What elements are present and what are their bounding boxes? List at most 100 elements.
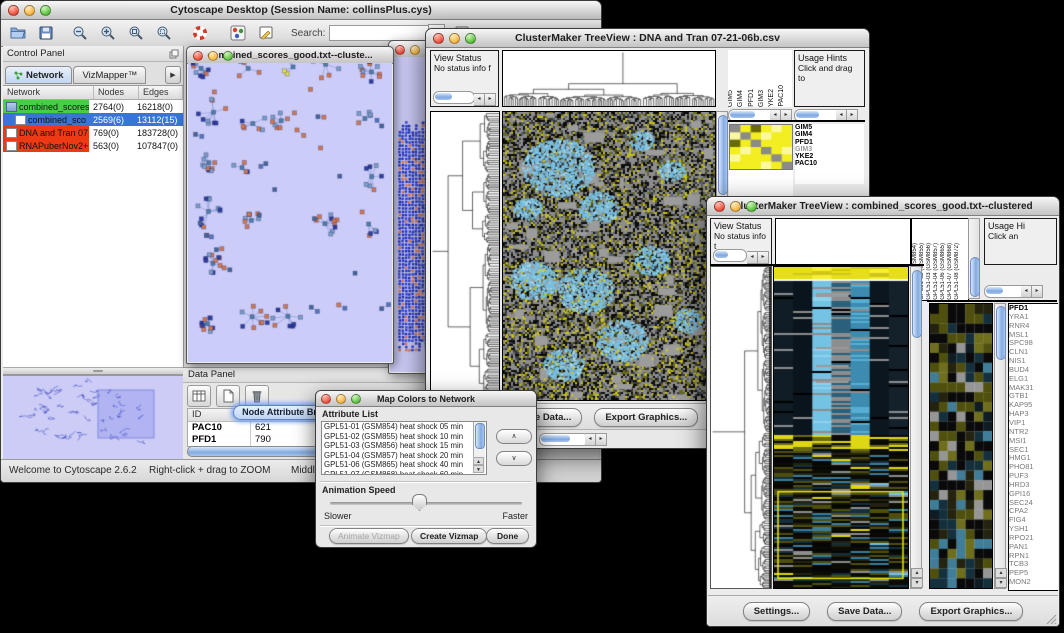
tv2-heatmap-vscrollbar[interactable]: ▴ ▾ (910, 266, 922, 589)
minimize-button[interactable] (449, 33, 460, 44)
animate-vizmap-button[interactable]: Animate Vizmap (329, 528, 409, 544)
annotation-icon[interactable] (255, 23, 277, 43)
network-row[interactable]: combined_sco 2569(6) 13112(15) (3, 113, 183, 126)
scroll-left-icon[interactable]: ◂ (747, 251, 758, 264)
scroll-left-icon[interactable]: ◂ (474, 93, 485, 106)
tv2-gene-label[interactable]: MON2 (1009, 578, 1058, 587)
float-panel-icon[interactable] (169, 49, 179, 59)
col-network[interactable]: Network (3, 86, 94, 99)
tv2-detail-heatmap[interactable] (930, 304, 992, 588)
zoom-button[interactable] (746, 201, 757, 212)
tv2-action-button[interactable]: Save Data... (827, 602, 902, 621)
attribute-list-item[interactable]: GPL51-02 (GSM855) heat shock 10 min (322, 432, 486, 442)
select-attributes-icon[interactable] (187, 385, 211, 407)
tv1-bottom-scrollbar[interactable] (539, 433, 589, 446)
zoom-button[interactable] (40, 5, 51, 16)
open-file-icon[interactable] (7, 23, 29, 43)
tv1-gene-label[interactable]: GIM5 (795, 124, 864, 131)
move-up-button[interactable]: ∧ (496, 429, 532, 444)
attribute-list-item[interactable]: GPL51-06 (GSM865) heat shock 40 min (322, 460, 486, 470)
attribute-list[interactable]: GPL51-01 (GSM854) heat shock 05 minGPL51… (321, 421, 487, 475)
tv2-status-scrollbar[interactable] (713, 249, 747, 262)
tv2-column-label[interactable]: GPL51-07 (GSM868) (947, 243, 954, 300)
vizmapper-icon[interactable] (227, 23, 249, 43)
scroll-left-icon[interactable]: ◂ (585, 433, 596, 446)
minimize-button[interactable] (208, 51, 218, 61)
tv2-column-label[interactable]: GPL51-08 (GSM872) (954, 243, 961, 300)
main-titlebar[interactable]: Cytoscape Desktop (Session Name: collins… (1, 1, 601, 20)
tv1-similarity-matrix[interactable] (730, 125, 792, 169)
tv1-gene-label[interactable]: PFD1 (795, 139, 864, 146)
treeview1-titlebar[interactable]: ClusterMaker TreeView : DNA and Tran 07-… (426, 29, 869, 48)
tv2-column-label[interactable]: GPL51-03 (GSM856) (926, 243, 933, 300)
zoom-button[interactable] (223, 51, 233, 61)
tab-network[interactable]: Network (5, 66, 72, 84)
attribute-list-item[interactable]: GPL51-07 (GSM868) heat shock 60 min (322, 470, 486, 476)
tab-overflow-button[interactable]: ▶ (165, 66, 181, 84)
close-button[interactable] (193, 51, 203, 61)
tv1-heatmap[interactable] (503, 112, 715, 400)
scroll-right-icon[interactable]: ▸ (485, 93, 496, 106)
resize-grip-icon[interactable] (1045, 613, 1057, 625)
network-row[interactable]: RNAPuberNov2+ 563(0) 107847(0) (3, 139, 183, 152)
close-button[interactable] (714, 201, 725, 212)
close-button[interactable] (321, 394, 331, 404)
scroll-right-icon[interactable]: ▸ (758, 251, 769, 264)
tv1-column-label[interactable]: PAC10 (779, 85, 789, 107)
new-attribute-icon[interactable] (216, 385, 240, 407)
close-button[interactable] (395, 45, 405, 55)
tv1-gene-label[interactable]: GIM3 (795, 146, 864, 153)
minimize-button[interactable] (336, 394, 346, 404)
dialog-titlebar[interactable]: Map Colors to Network (316, 391, 536, 407)
tv2-column-tree-area[interactable] (775, 218, 911, 266)
zoom-in-icon[interactable] (97, 23, 119, 43)
tv1-gene-label[interactable]: PAC10 (795, 160, 864, 167)
zoom-fit-icon[interactable] (125, 23, 147, 43)
tv1-row-tree[interactable] (431, 112, 499, 400)
close-button[interactable] (433, 33, 444, 44)
tv1-gene-label[interactable]: YKE2 (795, 153, 864, 160)
tv1-status-scrollbar[interactable] (433, 91, 475, 104)
help-lifesaver-icon[interactable] (189, 23, 211, 43)
done-button[interactable]: Done (486, 528, 529, 544)
network-row[interactable]: combined_scores 2764(0) 16218(0) (3, 100, 183, 113)
tv1-action-button[interactable]: Export Graphics... (594, 408, 698, 427)
create-vizmap-button[interactable]: Create Vizmap (411, 528, 487, 544)
attribute-list-item[interactable]: GPL51-04 (GSM857) heat shock 20 min (322, 451, 486, 461)
minimize-button[interactable] (24, 5, 35, 16)
save-icon[interactable] (35, 23, 57, 43)
treeview2-titlebar[interactable]: ClusterMaker TreeView : combined_scores_… (707, 197, 1059, 216)
tv1-gene-label[interactable]: GIM4 (795, 131, 864, 138)
zoom-selected-icon[interactable] (153, 23, 175, 43)
tv1-column-tree[interactable] (503, 51, 715, 106)
zoom-button[interactable] (465, 33, 476, 44)
slider-thumb[interactable] (412, 494, 427, 511)
tv2-column-label[interactable]: GPL51-06 (GSM865) (940, 243, 947, 300)
minimize-button[interactable] (410, 45, 420, 55)
tab-vizmapper[interactable]: VizMapper™ (73, 66, 146, 84)
tv2-hints-scrollbar[interactable] (984, 285, 1026, 298)
search-input[interactable] (329, 25, 428, 41)
minimize-button[interactable] (730, 201, 741, 212)
scroll-up-icon[interactable]: ▴ (995, 568, 1007, 578)
scroll-down-icon[interactable]: ▾ (911, 578, 923, 588)
tv2-column-label[interactable]: GPL51-04 (GSM857) (933, 243, 940, 300)
attribute-list-item[interactable]: GPL51-01 (GSM854) heat shock 05 min (322, 422, 486, 432)
scroll-right-icon[interactable]: ▸ (1032, 285, 1043, 298)
zoom-button[interactable] (351, 394, 361, 404)
scroll-up-icon[interactable]: ▲ (473, 457, 484, 465)
scroll-down-icon[interactable]: ▼ (473, 465, 484, 473)
scroll-right-icon[interactable]: ▸ (596, 433, 607, 446)
col-nodes[interactable]: Nodes (94, 86, 139, 99)
network-overview-canvas[interactable] (3, 376, 181, 457)
tv2-row-tree[interactable] (711, 267, 771, 588)
delete-attribute-icon[interactable] (245, 385, 269, 407)
tv2-heatmap[interactable] (774, 267, 908, 588)
col-edges[interactable]: Edges (139, 86, 183, 99)
tv2-action-button[interactable]: Settings... (743, 602, 810, 621)
attribute-list-item[interactable]: GPL51-03 (GSM856) heat shock 15 min (322, 441, 486, 451)
scroll-left-icon[interactable]: ◂ (1021, 285, 1032, 298)
network-canvas-1[interactable] (188, 63, 392, 361)
tv1-column-label[interactable]: GIM4 (738, 90, 748, 107)
tv2-detail-vscrollbar[interactable]: ▴ ▾ (994, 303, 1006, 589)
